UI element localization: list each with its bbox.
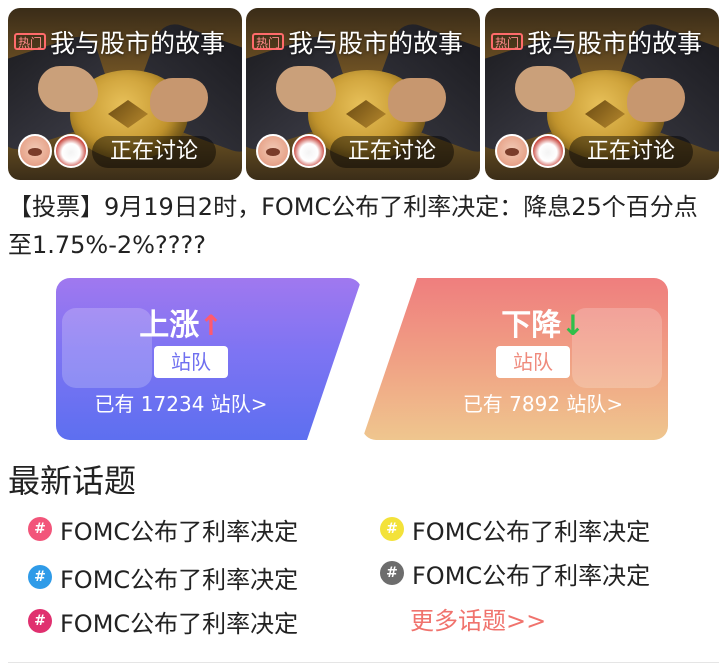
- avatar: [18, 134, 52, 168]
- vote-question: 【投票】9月19日2时，FOMC公布了利率决定：降息25个百分点至1.75%-2…: [8, 193, 698, 259]
- discussing-pill: 正在讨论: [92, 136, 216, 168]
- bottom-divider: [8, 662, 719, 663]
- card-footer: 正在讨论: [18, 132, 232, 172]
- card-title: 我与股市的故事: [50, 29, 226, 58]
- hot-badge: 热门: [252, 33, 284, 50]
- vote-up-panel[interactable]: 上涨↑ 站队 已有 17234 站队>: [56, 278, 362, 440]
- hashtag-icon: #: [28, 517, 52, 541]
- avatar: [292, 134, 326, 168]
- discussing-pill: 正在讨论: [569, 136, 693, 168]
- vote-down-label: 下降↓: [501, 308, 585, 343]
- more-topics-link[interactable]: 更多话题>>: [410, 602, 546, 640]
- topic-list: # FOMC公布了利率决定 # FOMC公布了利率决定 # FOMC公布了利率决…: [28, 510, 718, 650]
- card-image-hand: [38, 66, 98, 112]
- hashtag-icon: #: [28, 565, 52, 589]
- hot-topic-carousel: 热门 我与股市的故事 正在讨论 热门 我与股市的故事 正在讨论 热门 我与股市的…: [8, 8, 719, 180]
- join-up-button[interactable]: 站队: [154, 346, 228, 378]
- avatar: [256, 134, 290, 168]
- vote-up-label: 上涨↑: [139, 308, 223, 343]
- hot-topic-card[interactable]: 热门 我与股市的故事 正在讨论: [246, 8, 480, 180]
- hashtag-icon: #: [380, 561, 404, 585]
- topic-label: FOMC公布了利率决定: [412, 517, 651, 546]
- topic-label: FOMC公布了利率决定: [60, 609, 299, 638]
- discussing-pill: 正在讨论: [330, 136, 454, 168]
- hot-badge: 热门: [491, 33, 523, 50]
- card-image-hand: [388, 78, 446, 122]
- topic-item[interactable]: # FOMC公布了利率决定: [380, 554, 650, 592]
- hot-badge: 热门: [14, 33, 46, 50]
- card-image-hand: [627, 78, 685, 122]
- card-image-hand: [515, 66, 575, 112]
- topic-item[interactable]: # FOMC公布了利率决定: [28, 558, 298, 596]
- hot-topic-card[interactable]: 热门 我与股市的故事 正在讨论: [485, 8, 719, 180]
- avatar: [495, 134, 529, 168]
- topic-item[interactable]: # FOMC公布了利率决定: [28, 602, 298, 640]
- topic-label: FOMC公布了利率决定: [60, 517, 299, 546]
- topic-label: FOMC公布了利率决定: [412, 561, 651, 590]
- avatar: [54, 134, 88, 168]
- arrow-up-icon: ↑: [199, 309, 223, 342]
- topic-label: FOMC公布了利率决定: [60, 565, 299, 594]
- hashtag-icon: #: [28, 609, 52, 633]
- card-title: 我与股市的故事: [288, 29, 464, 58]
- join-down-button[interactable]: 站队: [496, 346, 570, 378]
- card-image-hand: [276, 66, 336, 112]
- hashtag-icon: #: [380, 517, 404, 541]
- vote-down-count[interactable]: 已有 7892 站队>: [390, 388, 696, 417]
- latest-topics-heading: 最新话题: [8, 462, 137, 500]
- card-image-hand: [150, 78, 208, 122]
- hot-topic-card[interactable]: 热门 我与股市的故事 正在讨论: [8, 8, 242, 180]
- arrow-down-icon: ↓: [561, 309, 585, 342]
- topic-item[interactable]: # FOMC公布了利率决定: [28, 510, 298, 548]
- card-footer: 正在讨论: [256, 132, 470, 172]
- topic-item[interactable]: # FOMC公布了利率决定: [380, 510, 650, 548]
- card-footer: 正在讨论: [495, 132, 709, 172]
- vote-down-panel[interactable]: 下降↓ 站队 已有 7892 站队>: [362, 278, 668, 440]
- avatar: [531, 134, 565, 168]
- card-title: 我与股市的故事: [527, 29, 703, 58]
- vote-up-count[interactable]: 已有 17234 站队>: [28, 388, 334, 417]
